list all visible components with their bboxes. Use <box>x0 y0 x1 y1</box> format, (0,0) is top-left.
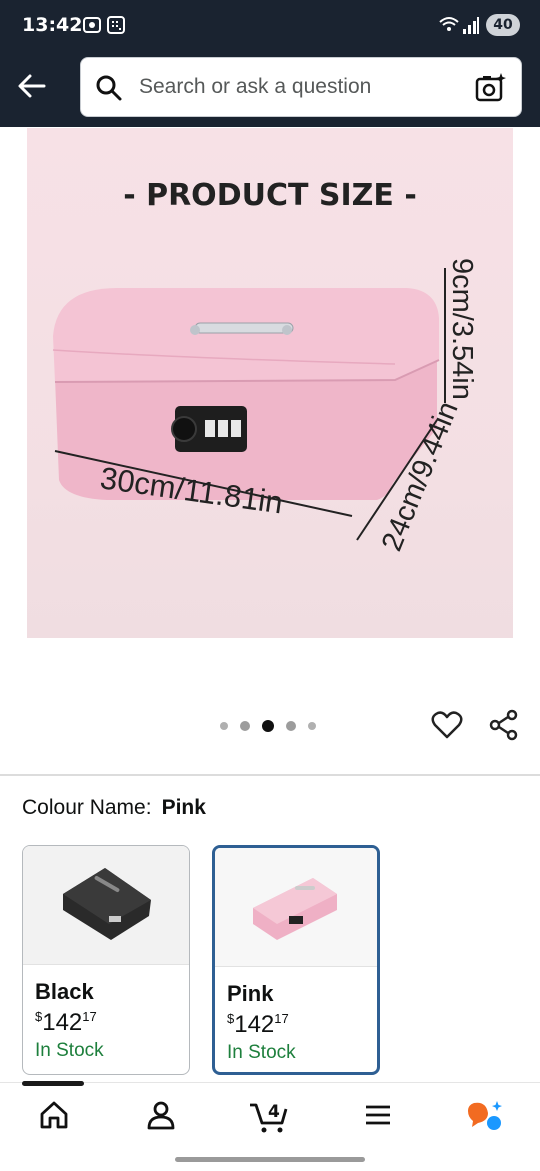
variant-name: Black <box>35 979 94 1004</box>
carousel-dot-active[interactable] <box>262 720 274 732</box>
carousel-dot[interactable] <box>220 722 228 730</box>
grid-app-icon <box>106 15 126 40</box>
signal-icon <box>462 15 480 40</box>
variant-card-black[interactable]: Black $14217 In Stock <box>22 845 190 1075</box>
rufus-icon[interactable] <box>466 1099 506 1140</box>
screenshot-icon <box>82 15 102 40</box>
product-image[interactable]: - PRODUCT SIZE - 30cm/11.81in 24cm/9.44i… <box>27 128 513 638</box>
camera-search-icon[interactable] <box>475 72 507 109</box>
heart-icon[interactable] <box>431 709 463 746</box>
variant-stock: In Stock <box>35 1040 104 1061</box>
cart-count: 4 <box>268 1102 280 1122</box>
app-header: Search or ask a question <box>0 50 540 127</box>
variant-price: $14217 <box>227 1011 289 1038</box>
active-tab-indicator <box>22 1081 84 1086</box>
colour-name-row: Colour Name: Pink <box>22 796 206 820</box>
selected-colour: Pink <box>161 796 206 819</box>
search-icon <box>95 74 123 107</box>
status-bar: 13:42 40 <box>0 0 540 50</box>
section-divider <box>0 774 540 776</box>
search-input[interactable]: Search or ask a question <box>139 75 371 99</box>
carousel-dot[interactable] <box>240 721 250 731</box>
colour-label: Colour Name: <box>22 796 152 819</box>
height-label: 9cm/3.54in <box>446 258 478 400</box>
battery-indicator: 40 <box>486 14 520 36</box>
share-icon[interactable] <box>488 709 520 746</box>
gesture-bar[interactable] <box>175 1157 365 1162</box>
variant-stock: In Stock <box>227 1042 296 1063</box>
cart-icon[interactable]: 4 <box>248 1099 292 1140</box>
wifi-icon <box>438 15 460 40</box>
variant-image-black <box>23 846 189 964</box>
menu-icon[interactable] <box>362 1099 394 1136</box>
carousel-dot[interactable] <box>308 722 316 730</box>
cash-box-illustration: 30cm/11.81in 24cm/9.44in 9cm/3.54in <box>52 258 478 556</box>
variant-card-pink[interactable]: Pink $14217 In Stock <box>212 845 380 1075</box>
status-time: 13:42 <box>22 14 83 36</box>
home-icon[interactable] <box>38 1099 70 1136</box>
carousel-dot[interactable] <box>286 721 296 731</box>
back-arrow-icon[interactable] <box>14 68 50 104</box>
account-icon[interactable] <box>145 1099 177 1136</box>
variant-image-pink <box>215 848 377 966</box>
variant-name: Pink <box>227 981 274 1006</box>
search-bar[interactable]: Search or ask a question <box>80 57 522 117</box>
variant-price: $14217 <box>35 1009 97 1036</box>
